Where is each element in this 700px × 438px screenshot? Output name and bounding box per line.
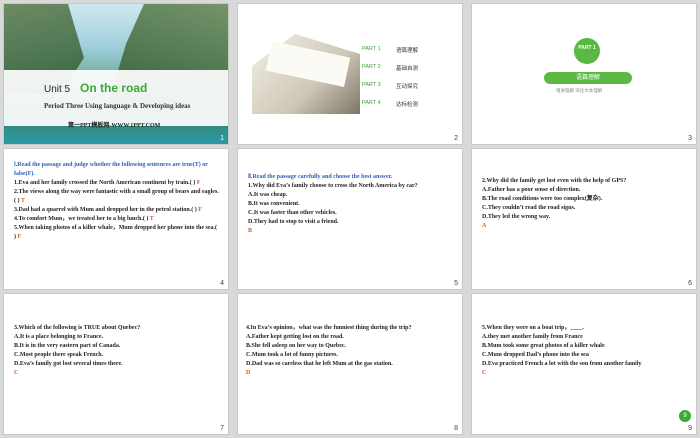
slide-number: 3 [688, 135, 692, 142]
mc-question: 3.Which of the following is TRUE about Q… [14, 324, 220, 378]
slide-number: 7 [220, 425, 224, 432]
mc-question: 5.When they were on a boat trip，____. A.… [482, 324, 688, 378]
tf-text: 3.Dad had a quarrel with Mum and dropped… [14, 207, 197, 213]
answer-mark: C [14, 370, 19, 376]
tf-text: 2.The views along the way were fantastic… [14, 189, 219, 204]
exercise-heading: Ⅱ.Read the passage carefully and choose … [248, 174, 393, 180]
option: C.Most people there speak French. [14, 352, 104, 358]
slide-6[interactable]: 2.Why did the family get lost even with … [471, 148, 697, 290]
option: A.It was cheap. [248, 192, 288, 198]
answer-mark: B [248, 228, 253, 234]
option: D.Eva’s family got lost several times th… [14, 361, 123, 367]
menu-item[interactable]: PART 4 达标检测 [362, 100, 418, 108]
menu-item[interactable]: PART 3 互动探究 [362, 82, 418, 90]
mc-question: 2.Why did the family get lost even with … [482, 177, 688, 231]
mc-question: Ⅱ.Read the passage carefully and choose … [248, 173, 454, 236]
section-bar: 语篇理解 [544, 72, 632, 84]
slide-9[interactable]: 5.When they were on a boat trip，____. A.… [471, 293, 697, 435]
answer-mark: D [246, 370, 251, 376]
slide-number: 5 [454, 280, 458, 287]
menu-item[interactable]: PART 2 基础自测 [362, 64, 418, 72]
option: C.It was faster than other vehicles. [248, 210, 337, 216]
mc-question: 4.In Eva’s opinion，what was the funniest… [246, 324, 458, 378]
tf-item: 3.Dad had a quarrel with Mum and dropped… [14, 206, 220, 215]
title-band [4, 70, 228, 126]
tf-item: 1.Eva and her family crossed the North A… [14, 179, 220, 188]
tf-text: 5.When taking photos of a killer whale，M… [14, 225, 218, 240]
menu-text: 基础自测 [396, 66, 419, 72]
tf-item: 4.To comfort Mum，we treated her to a big… [14, 215, 220, 224]
option: C.They couldn’t read the road signs. [482, 205, 576, 211]
menu-part: PART 3 [362, 82, 381, 88]
tf-answer: F [196, 180, 201, 186]
unit-label: Unit 5 [44, 84, 71, 95]
option: A.they met another family from France [482, 334, 583, 340]
menu-text: 达标检测 [396, 102, 419, 108]
part-circle: PART 1 [574, 38, 600, 64]
menu-text: 互动探究 [396, 84, 419, 90]
slide-4[interactable]: Ⅰ.Read the passage and judge whether the… [3, 148, 229, 290]
answer-mark: A [482, 223, 487, 229]
option: D.They had to stop to visit a friend. [248, 219, 339, 225]
exercise-heading: Ⅰ.Read the passage and judge whether the… [14, 162, 208, 177]
option: C.Mum dropped Dad’s phone into the sea [482, 352, 589, 358]
option: D.Dad was so careless that he left Mum a… [246, 361, 393, 367]
menu-part: PART 4 [362, 100, 381, 106]
contents-menu: PART 1 语篇理解 PART 2 基础自测 PART 3 互动探究 PART 4 达… [362, 46, 418, 118]
tf-answer: T [149, 216, 154, 222]
option: B.Mum took some great photos of a killer… [482, 343, 605, 349]
period-label: Period Three Using language & Developing… [44, 102, 191, 110]
option: A.Father kept getting lost on the road. [246, 334, 344, 340]
option: D.They led the wrong way. [482, 214, 551, 220]
slide-2[interactable]: PART 1 语篇理解 PART 2 基础自测 PART 3 互动探究 PART 4 达… [237, 3, 463, 145]
site-label: 第一PPT模板网-WWW.1PPT.COM [68, 123, 161, 129]
answer-mark: C [482, 370, 487, 376]
option: B.The road conditions were too complex(复… [482, 196, 603, 202]
question-text: 1.Why did Eva’s family choose to cross t… [248, 183, 418, 189]
question-text: 2.Why did the family get lost even with … [482, 178, 627, 184]
slide-number: 8 [454, 425, 458, 432]
section-subtitle: 增进理解 深化文本理解 [556, 88, 603, 93]
tf-answer: F [17, 234, 22, 240]
option: B.It is in the very eastern part of Cana… [14, 343, 121, 349]
slide-number: 9 [688, 425, 692, 432]
slide-8[interactable]: 4.In Eva’s opinion，what was the funniest… [237, 293, 463, 435]
menu-text: 语篇理解 [396, 48, 419, 54]
tf-item: 2.The views along the way were fantastic… [14, 188, 220, 206]
slide-number: 6 [688, 280, 692, 287]
slide-number: 1 [220, 135, 224, 142]
tf-text: 1.Eva and her family crossed the North A… [14, 180, 196, 186]
question-text: 3.Which of the following is TRUE about Q… [14, 325, 141, 331]
slide-number: 4 [220, 280, 224, 287]
menu-part: PART 2 [362, 64, 381, 70]
option: B.It was convenient. [248, 201, 300, 207]
option: A.Father has a poor sense of direction. [482, 187, 581, 193]
slide-5[interactable]: Ⅱ.Read the passage carefully and choose … [237, 148, 463, 290]
question-text: 5.When they were on a boat trip，____. [482, 325, 584, 331]
tf-exercise: Ⅰ.Read the passage and judge whether the… [14, 161, 220, 242]
option: C.Mum took a lot of funny pictures. [246, 352, 338, 358]
slide-3[interactable]: PART 1 语篇理解 增进理解 深化文本理解 3 [471, 3, 697, 145]
option: B.She fell asleep on her way to Quebec. [246, 343, 347, 349]
menu-part: PART 1 [362, 46, 381, 52]
question-text: 4.In Eva’s opinion，what was the funniest… [246, 325, 412, 331]
option: D.Eva practiced French a lot with the so… [482, 361, 642, 367]
slide-1[interactable]: Unit 5 On the road Period Three Using la… [3, 3, 229, 145]
option: A.It is a place belonging to France. [14, 334, 103, 340]
menu-item[interactable]: PART 1 语篇理解 [362, 46, 418, 54]
tf-answer: T [20, 198, 25, 204]
slide-badge: 9 [679, 410, 691, 422]
slide-7[interactable]: 3.Which of the following is TRUE about Q… [3, 293, 229, 435]
tf-item: 5.When taking photos of a killer whale，M… [14, 224, 220, 242]
slide-number: 2 [454, 135, 458, 142]
tf-answer: F [198, 207, 202, 213]
tf-text: 4.To comfort Mum，we treated her to a big… [14, 216, 149, 222]
unit-title: On the road [80, 81, 148, 95]
